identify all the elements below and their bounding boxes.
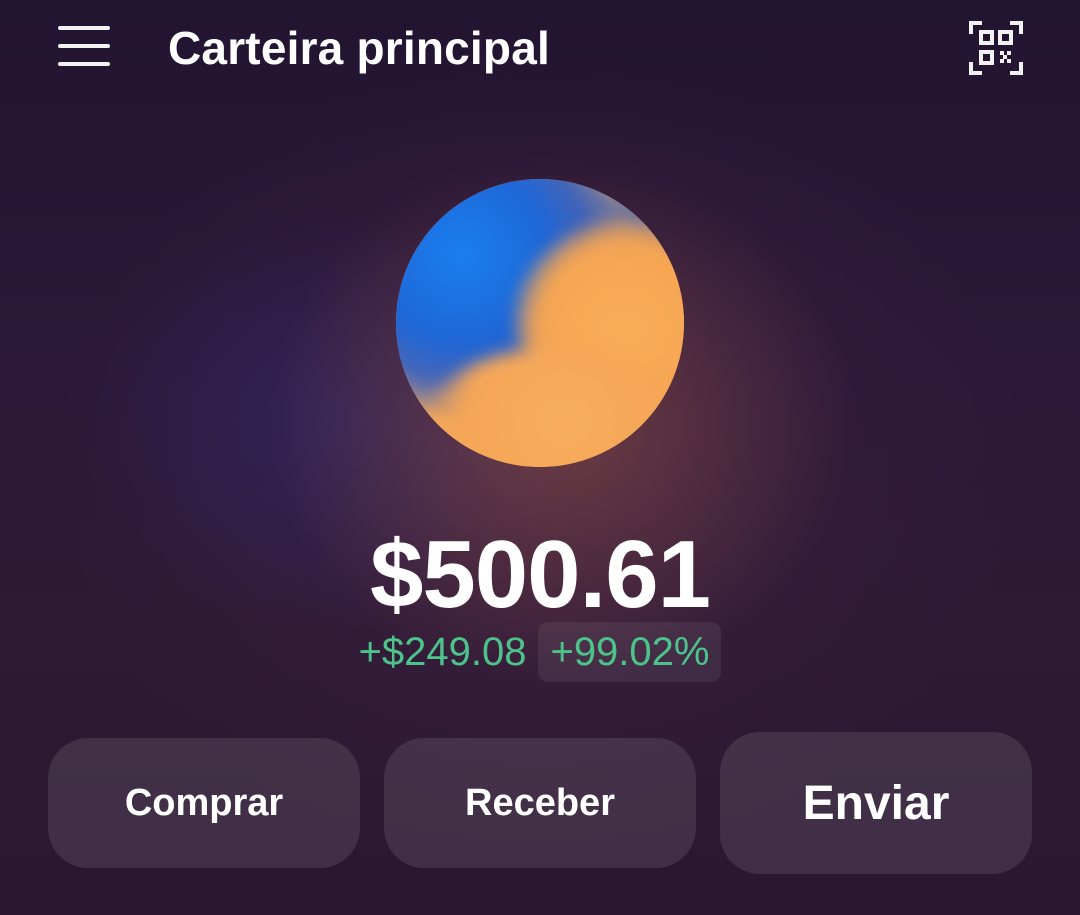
menu-line — [58, 44, 110, 48]
wallet-avatar — [396, 179, 684, 467]
send-button[interactable]: Enviar — [720, 732, 1032, 874]
buy-button[interactable]: Comprar — [48, 738, 360, 868]
change-percent-badge: +99.02% — [538, 622, 722, 682]
page-title: Carteira principal — [168, 22, 550, 74]
receive-button[interactable]: Receber — [384, 738, 696, 868]
balance-change: +$249.08 +99.02% — [0, 622, 1080, 682]
menu-line — [58, 62, 110, 66]
qr-scan-icon[interactable] — [968, 20, 1024, 76]
action-buttons: Comprar Receber Enviar — [48, 732, 1032, 874]
wallet-balance: $500.61 — [369, 521, 711, 628]
menu-icon[interactable] — [56, 24, 112, 70]
change-absolute: +$249.08 — [358, 630, 527, 674]
menu-line — [58, 26, 110, 30]
